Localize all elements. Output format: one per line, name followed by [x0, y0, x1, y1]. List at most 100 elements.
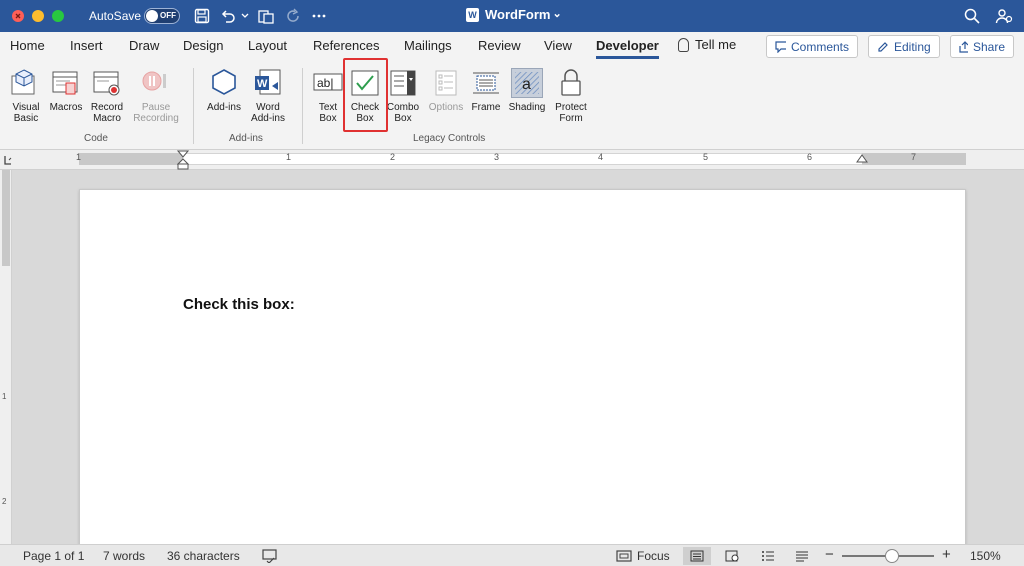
ruler-number: 2	[390, 152, 396, 162]
page-count[interactable]: Page 1 of 1	[23, 549, 84, 563]
pause-recording-label-1: Pause	[141, 102, 171, 113]
pencil-icon	[878, 41, 888, 52]
tab-mailings[interactable]: Mailings	[404, 37, 452, 59]
zoom-level[interactable]: 150%	[970, 549, 1001, 563]
document-title[interactable]: W WordForm ⌄	[466, 7, 562, 22]
close-window-button[interactable]	[12, 10, 24, 22]
document-text[interactable]: Check this box:	[183, 296, 295, 313]
macros-button[interactable]: Macros	[44, 68, 88, 113]
tab-stop-icon[interactable]	[3, 154, 13, 166]
visual-basic-button[interactable]: Visual Basic	[4, 68, 48, 124]
combo-box-icon	[387, 68, 419, 98]
more-commands-button[interactable]	[310, 6, 328, 26]
protect-form-label-2: Form	[559, 113, 583, 124]
share-button[interactable]: Share	[950, 35, 1014, 58]
tab-home[interactable]: Home	[10, 37, 45, 59]
focus-icon[interactable]	[616, 549, 632, 563]
draft-view-button[interactable]	[788, 547, 816, 565]
vruler-number: 1	[2, 392, 7, 401]
share-icon	[959, 40, 968, 53]
shading-icon: a	[511, 68, 543, 98]
status-bar: Page 1 of 1 7 words 36 characters Focus …	[0, 544, 1024, 566]
frame-icon	[470, 68, 502, 98]
autosave-state: OFF	[160, 11, 176, 20]
tab-developer[interactable]: Developer	[596, 37, 659, 59]
outline-view-button[interactable]	[754, 547, 782, 565]
redo-list-button[interactable]	[256, 6, 276, 26]
tab-references[interactable]: References	[313, 37, 379, 59]
shading-button[interactable]: a Shading	[505, 68, 549, 113]
visual-basic-icon	[10, 68, 42, 98]
tab-design[interactable]: Design	[183, 37, 223, 59]
autosave-toggle[interactable]: OFF	[144, 8, 180, 24]
addins-icon	[208, 68, 240, 98]
record-macro-label-1: Record	[90, 102, 124, 113]
tell-me-search[interactable]: Tell me	[678, 37, 736, 52]
frame-button[interactable]: Frame	[464, 68, 508, 113]
character-count[interactable]: 36 characters	[167, 549, 240, 563]
tab-insert[interactable]: Insert	[70, 37, 103, 59]
tab-review[interactable]: Review	[478, 37, 521, 59]
search-button[interactable]	[962, 6, 982, 26]
comments-label: Comments	[790, 39, 849, 54]
visual-basic-label-2: Basic	[13, 113, 39, 124]
maximize-window-button[interactable]	[52, 10, 64, 22]
pause-recording-button[interactable]: Pause Recording	[130, 68, 182, 124]
zoom-out-button[interactable]: −	[825, 546, 834, 563]
ruler-number: 6	[807, 152, 813, 162]
protect-form-label-1: Protect	[555, 102, 587, 113]
right-indent-marker-icon[interactable]	[856, 154, 868, 164]
record-macro-button[interactable]: Record Macro	[85, 68, 129, 124]
minimize-window-button[interactable]	[32, 10, 44, 22]
word-addins-button[interactable]: W Word Add-ins	[246, 68, 290, 124]
tab-draw[interactable]: Draw	[129, 37, 159, 59]
redo-icon	[287, 8, 299, 22]
account-button[interactable]	[994, 6, 1014, 26]
zoom-slider[interactable]	[842, 549, 934, 563]
ruler-left-margin	[79, 153, 183, 165]
ruler-band	[79, 153, 966, 165]
vruler-top-margin	[2, 170, 10, 266]
horizontal-ruler: 1 1 2 3 4 5 6 7	[0, 150, 1024, 170]
proofing-icon[interactable]	[262, 549, 278, 563]
zoom-slider-thumb[interactable]	[884, 549, 899, 563]
options-button[interactable]: Options	[424, 68, 468, 113]
share-label: Share	[972, 39, 1005, 54]
chevron-down-icon	[241, 13, 249, 18]
close-icon	[15, 13, 21, 19]
document-name: WordForm	[485, 7, 551, 22]
text-box-icon: ab|	[312, 68, 344, 98]
ruler-number: 1	[286, 152, 292, 162]
zoom-in-button[interactable]: +	[942, 546, 951, 563]
undo-button[interactable]	[219, 6, 237, 26]
print-layout-view-button[interactable]	[683, 547, 711, 565]
record-macro-label-2: Macro	[93, 113, 121, 124]
document-page[interactable]: Check this box:	[79, 189, 966, 549]
shading-glyph: a	[522, 76, 531, 93]
comments-button[interactable]: Comments	[766, 35, 858, 58]
tab-layout[interactable]: Layout	[248, 37, 287, 59]
web-layout-view-button[interactable]	[718, 547, 746, 565]
focus-label[interactable]: Focus	[637, 549, 670, 563]
autosave-label: AutoSave	[89, 9, 142, 23]
pause-recording-icon	[140, 68, 172, 98]
comment-icon	[775, 40, 786, 53]
addins-button[interactable]: Add-ins	[202, 68, 246, 113]
editing-button[interactable]: Editing	[868, 35, 940, 58]
save-button[interactable]	[193, 6, 211, 26]
indent-marker-icon[interactable]	[177, 150, 189, 170]
word-addins-label-1: Word	[256, 102, 280, 113]
redo-button[interactable]	[284, 6, 302, 26]
save-icon	[194, 8, 210, 24]
addins-label: Add-ins	[207, 102, 241, 113]
record-macro-icon	[91, 68, 123, 98]
word-count[interactable]: 7 words	[103, 549, 145, 563]
toggle-knob	[146, 10, 158, 22]
outline-icon	[762, 551, 774, 561]
svg-text:W: W	[257, 78, 268, 90]
tab-view[interactable]: View	[544, 37, 572, 59]
web-layout-icon	[725, 550, 739, 562]
undo-dropdown[interactable]	[239, 6, 251, 26]
title-chevron-icon: ⌄	[552, 7, 562, 20]
protect-form-button[interactable]: Protect Form	[549, 68, 593, 124]
